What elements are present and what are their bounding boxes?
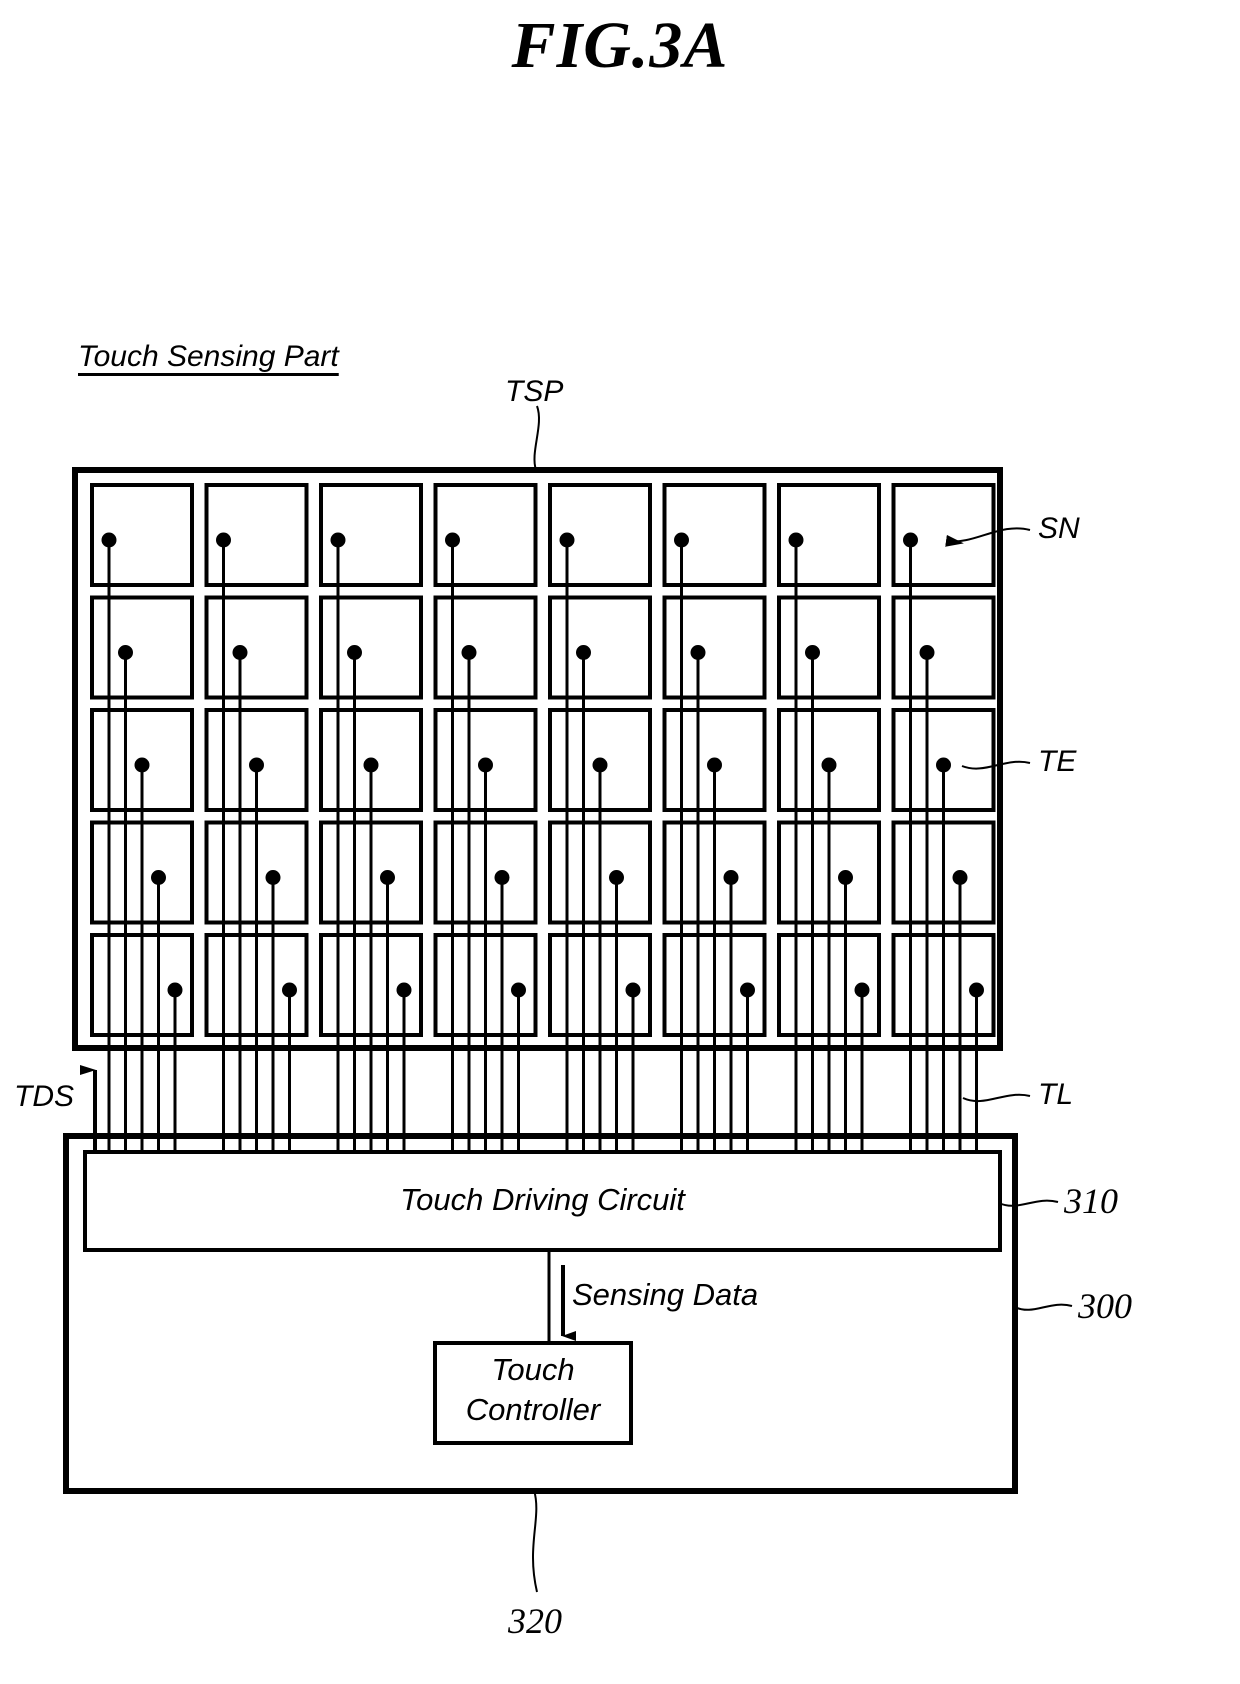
sensing-node xyxy=(625,982,641,998)
sensing-node xyxy=(330,532,346,548)
sensing-node xyxy=(969,982,984,998)
touch-electrode xyxy=(204,595,309,700)
sensing-node xyxy=(249,757,264,773)
figure-canvas xyxy=(63,405,1073,1593)
touch-controller-box xyxy=(433,1341,633,1445)
sensing-node xyxy=(151,870,166,885)
sensing-node xyxy=(723,870,739,885)
sensing-node xyxy=(821,757,837,773)
sensing-node xyxy=(134,757,150,773)
touch-electrode xyxy=(548,595,652,700)
sensing-node xyxy=(363,757,379,773)
sensing-node xyxy=(740,982,755,998)
leader-tsp xyxy=(533,405,541,471)
sensing-node xyxy=(690,645,706,660)
sensing-node xyxy=(903,532,918,548)
touch-electrode xyxy=(662,595,767,700)
sensing-node xyxy=(559,532,575,548)
sensing-node xyxy=(788,532,804,548)
sensing-node xyxy=(854,982,870,998)
sensing-node xyxy=(952,870,968,885)
touch-electrode xyxy=(319,595,423,700)
touch-driving-circuit-box xyxy=(83,1150,1002,1252)
touch-electrode xyxy=(891,595,996,700)
sensing-node xyxy=(396,982,412,998)
sensing-node xyxy=(216,532,231,548)
sensing-node xyxy=(592,757,608,773)
sensing-node xyxy=(478,757,493,773)
sensing-node xyxy=(347,645,362,660)
sensing-node xyxy=(511,982,526,998)
sensing-node xyxy=(838,870,853,885)
sensing-node xyxy=(380,870,395,885)
sensing-node xyxy=(609,870,624,885)
touch-electrode xyxy=(777,595,881,700)
sensing-node xyxy=(919,645,935,660)
sensing-node xyxy=(576,645,591,660)
touch-electrode xyxy=(90,595,194,700)
leader-300 xyxy=(1014,1303,1073,1311)
leader-310 xyxy=(998,1199,1059,1207)
sensing-node xyxy=(118,645,133,660)
sensing-node xyxy=(461,645,477,660)
sensing-node xyxy=(494,870,510,885)
touch-electrode-grid xyxy=(90,483,996,1152)
sensing-node xyxy=(936,757,951,773)
touch-electrode xyxy=(433,595,538,700)
sensing-node xyxy=(101,532,117,548)
sensing-node xyxy=(232,645,248,660)
sensing-data-connector xyxy=(547,1250,576,1343)
sensing-node xyxy=(167,982,183,998)
sensing-node xyxy=(674,532,689,548)
sensing-node xyxy=(805,645,820,660)
leader-320 xyxy=(531,1489,538,1593)
sensing-node xyxy=(707,757,722,773)
leader-tl xyxy=(962,1093,1031,1103)
leader-te xyxy=(961,760,1031,770)
sensing-node xyxy=(282,982,297,998)
sensing-node xyxy=(445,532,460,548)
sensing-node xyxy=(265,870,281,885)
leader-sn xyxy=(945,527,1031,547)
device-outer-box-300 xyxy=(63,1133,1018,1494)
